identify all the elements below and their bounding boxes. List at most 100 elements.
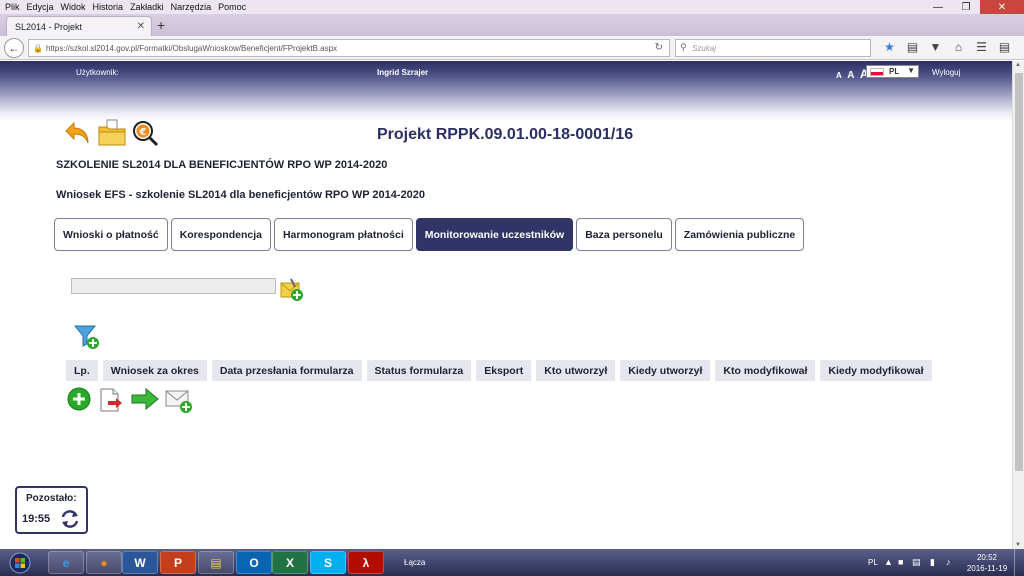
font-medium-button[interactable]: A <box>847 70 854 81</box>
table-header: Lp. Wniosek za okres Data przesłania for… <box>66 360 937 381</box>
ie-taskbar-icon[interactable]: e <box>48 551 84 574</box>
font-size-controls: A A A <box>836 65 870 83</box>
tab-monitorowanie-uczestnikow[interactable]: Monitorowanie uczestników <box>415 218 574 251</box>
language-select[interactable]: PL ▼ <box>866 65 919 78</box>
poland-flag-icon <box>870 68 884 76</box>
scroll-thumb[interactable] <box>1015 73 1023 471</box>
column-kiedy-utworzyl[interactable]: Kiedy utworzył <box>620 360 711 381</box>
add-icon[interactable] <box>67 387 91 411</box>
chevron-down-icon: ▼ <box>907 66 915 75</box>
clock-date: 2016-11-19 <box>966 564 1008 573</box>
acrobat-taskbar-icon[interactable]: λ <box>348 551 384 574</box>
refresh-icon[interactable] <box>59 508 81 530</box>
clock-time: 20:52 <box>976 553 998 562</box>
column-data-przeslania[interactable]: Data przesłania formularza <box>211 360 362 381</box>
column-kto-modyfikowal[interactable]: Kto modyfikował <box>715 360 816 381</box>
os-taskbar: e ● W P ▤ O X S λ Łącza PL ▲ ■ ▤ ▮ ♪ 20:… <box>0 549 1024 576</box>
browser-tab[interactable]: SL2014 - Projekt ✕ <box>6 16 152 36</box>
tab-wnioski-o-platnosc[interactable]: Wnioski o płatność <box>54 218 168 251</box>
nav-icons: ★ ▤ ▼ ⌂ ☰ ▤ <box>878 40 1016 54</box>
home-icon[interactable]: ⌂ <box>947 40 970 54</box>
menu-narzedzia[interactable]: Narzędzia <box>171 2 212 12</box>
url-text: https://szkol.sl2014.gov.pl/Formatki/Obs… <box>45 44 338 53</box>
skype-taskbar-icon[interactable]: S <box>310 551 346 574</box>
browser-tab-title: SL2014 - Projekt <box>15 22 83 32</box>
tray-language[interactable]: PL <box>868 558 878 567</box>
menu-edycja[interactable]: Edycja <box>27 2 54 12</box>
scroll-down-icon[interactable]: ▼ <box>1015 542 1021 548</box>
menu-historia[interactable]: Historia <box>93 2 124 12</box>
search-icon: ⚲ <box>680 42 687 52</box>
tab-zamowienia-publiczne[interactable]: Zamówienia publiczne <box>674 218 805 251</box>
page-scrollbar[interactable]: ▲ ▼ <box>1012 61 1024 549</box>
column-status-formularza[interactable]: Status formularza <box>366 360 472 381</box>
page-title: Projekt RPPK.09.01.00-18-0001/16 <box>377 126 634 143</box>
add-attachment-icon[interactable] <box>279 277 305 303</box>
logout-link[interactable]: Wyloguj <box>932 68 960 77</box>
module-tabs: Wnioski o płatność Korespondencja Harmon… <box>54 218 807 251</box>
back-arrow-icon[interactable]: ← <box>4 38 24 58</box>
menu-plik[interactable]: Plik <box>5 2 20 12</box>
add-mail-icon[interactable] <box>165 388 193 414</box>
windows-logo-icon <box>9 552 31 573</box>
show-desktop-button[interactable] <box>1014 549 1024 576</box>
minimize-icon[interactable]: — <box>924 0 952 14</box>
search-input[interactable]: ⚲ Szukaj <box>675 39 871 57</box>
session-label: Pozostało: <box>26 493 77 504</box>
tab-close-icon[interactable]: ✕ <box>137 21 145 32</box>
firefox-taskbar-icon[interactable]: ● <box>86 551 122 574</box>
pocket-icon[interactable]: ▼ <box>924 40 947 54</box>
column-kto-utworzyl[interactable]: Kto utworzył <box>536 360 616 381</box>
tab-harmonogram-platnosci[interactable]: Harmonogram płatności <box>273 218 413 251</box>
menu-widok[interactable]: Widok <box>61 2 86 12</box>
forward-arrow-icon[interactable] <box>131 387 159 411</box>
lock-icon: 🔒 <box>33 44 43 53</box>
hamburger-menu-icon[interactable]: ☰ <box>970 40 993 54</box>
tab-korespondencja[interactable]: Korespondencja <box>170 218 271 251</box>
scroll-up-icon[interactable]: ▲ <box>1015 62 1021 68</box>
menu-zakladki[interactable]: Zakładki <box>130 2 164 12</box>
period-input[interactable] <box>71 278 276 294</box>
tray-expand-icon[interactable]: ▲ <box>884 557 893 567</box>
column-kiedy-modyfikowal[interactable]: Kiedy modyfikował <box>820 360 932 381</box>
session-timer: Pozostało: 19:55 <box>15 486 88 534</box>
taskbar-clock[interactable]: 20:52 2016-11-19 <box>965 552 1009 574</box>
language-code: PL <box>889 67 900 76</box>
browser-navbar: ← 🔒 https://szkol.sl2014.gov.pl/Formatki/… <box>0 36 1024 60</box>
column-wniosek-za-okres[interactable]: Wniosek za okres <box>102 360 207 381</box>
column-lp[interactable]: Lp. <box>66 360 98 381</box>
powerpoint-taskbar-icon[interactable]: P <box>160 551 196 574</box>
column-eksport[interactable]: Eksport <box>476 360 532 381</box>
reload-icon[interactable]: ↻ <box>655 42 663 53</box>
export-document-icon[interactable] <box>99 387 125 413</box>
close-icon[interactable]: ✕ <box>980 0 1024 14</box>
maximize-icon[interactable]: ❐ <box>952 0 980 14</box>
start-button[interactable] <box>3 551 37 574</box>
bookmarks-list-icon[interactable]: ▤ <box>901 40 924 54</box>
euro-search-icon[interactable]: € <box>131 119 159 147</box>
links-toolbar[interactable]: Łącza <box>404 558 425 567</box>
url-bar[interactable]: 🔒 https://szkol.sl2014.gov.pl/Formatki/Ob… <box>28 39 670 57</box>
browser-tabstrip: SL2014 - Projekt ✕ + <box>0 14 1024 36</box>
word-taskbar-icon[interactable]: W <box>122 551 158 574</box>
browser-menubar: Plik Edycja Widok Historia Zakładki Narz… <box>0 0 1024 14</box>
excel-taskbar-icon[interactable]: X <box>272 551 308 574</box>
tray-network-icon[interactable]: ▤ <box>912 557 921 568</box>
tab-baza-personelu[interactable]: Baza personelu <box>576 218 672 251</box>
tray-signal-icon[interactable]: ▮ <box>930 557 935 568</box>
font-small-button[interactable]: A <box>836 71 842 80</box>
bookmark-star-icon[interactable]: ★ <box>878 40 901 54</box>
page-header: Użytkownik: Ingrid Szrajer A A A PL ▼ Wy… <box>0 61 1012 121</box>
tray-app-icon[interactable]: ■ <box>898 557 903 567</box>
chat-icon[interactable]: ▤ <box>993 40 1016 54</box>
explorer-taskbar-icon[interactable]: ▤ <box>198 551 234 574</box>
folder-icon[interactable] <box>97 119 127 147</box>
outlook-taskbar-icon[interactable]: O <box>236 551 272 574</box>
menu-pomoc[interactable]: Pomoc <box>218 2 246 12</box>
new-tab-icon[interactable]: + <box>157 17 165 33</box>
project-name: SZKOLENIE SL2014 DLA BENEFICJENTÓW RPO W… <box>56 159 388 171</box>
tray-volume-icon[interactable]: ♪ <box>946 557 951 567</box>
add-filter-icon[interactable] <box>74 324 100 350</box>
back-arrow-icon[interactable] <box>64 120 92 146</box>
svg-text:€: € <box>139 127 147 138</box>
